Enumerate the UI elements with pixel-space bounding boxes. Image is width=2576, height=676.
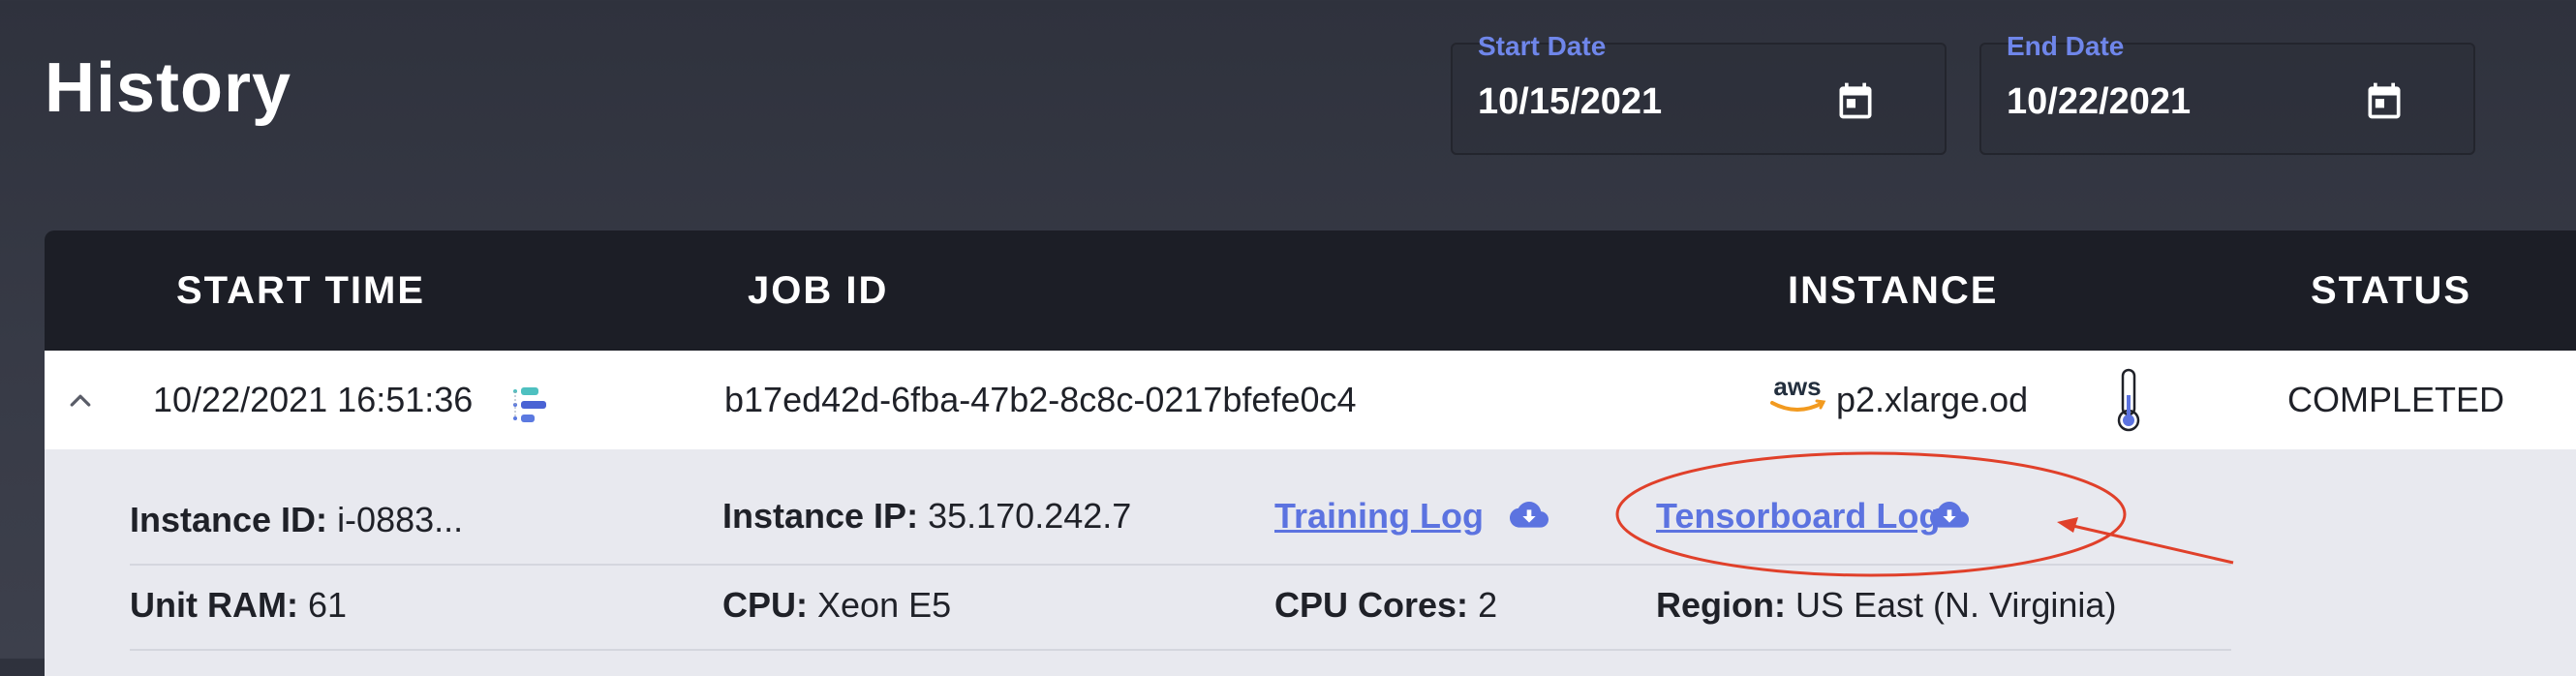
divider xyxy=(130,649,2231,651)
column-header-job-id[interactable]: JOB ID xyxy=(748,269,888,313)
row-details: Instance ID: i-0883... Instance IP: 35.1… xyxy=(45,449,2576,676)
end-date-value[interactable]: 10/22/2021 xyxy=(2007,81,2191,123)
instance-ip-detail: Instance IP: 35.170.242.7 xyxy=(722,496,1132,536)
end-date-label: End Date xyxy=(2007,31,2125,61)
column-header-start-time[interactable]: START TIME xyxy=(176,269,425,313)
cpu-cores-detail: CPU Cores: 2 xyxy=(1274,585,1498,625)
chevron-up-icon[interactable] xyxy=(66,385,95,415)
column-header-status[interactable]: STATUS xyxy=(2311,269,2471,313)
job-id-value: b17ed42d-6fba-47b2-8c8c-0217bfefe0c4 xyxy=(724,380,1357,419)
region-detail: Region: US East (N. Virginia) xyxy=(1656,585,2117,625)
start-date-value[interactable]: 10/15/2021 xyxy=(1478,81,1662,123)
cpu-detail: CPU: Xeon E5 xyxy=(722,585,952,625)
start-time-value: 10/22/2021 16:51:36 xyxy=(153,380,474,419)
start-date-field[interactable]: Start Date 10/15/2021 xyxy=(1451,31,1947,155)
status-badge: COMPLETED xyxy=(2287,380,2505,419)
tensorboard-log-link[interactable]: Tensorboard Log xyxy=(1656,496,1940,537)
cloud-download-icon[interactable] xyxy=(1509,502,1549,531)
instance-value: p2.xlarge.od xyxy=(1836,380,2029,419)
divider xyxy=(130,564,2231,566)
table-header: START TIME JOB ID INSTANCE STATUS xyxy=(45,230,2576,351)
calendar-icon[interactable] xyxy=(2363,79,2406,122)
instance-id-detail: Instance ID: i-0883... xyxy=(130,500,464,539)
training-log-link[interactable]: Training Log xyxy=(1274,496,1484,537)
cloud-download-icon[interactable] xyxy=(1929,502,1970,531)
column-header-instance[interactable]: INSTANCE xyxy=(1788,269,1998,313)
page-title: History xyxy=(45,49,292,127)
aws-logo: aws xyxy=(1770,372,1826,412)
svg-text:aws: aws xyxy=(1773,372,1821,401)
table-row[interactable]: 10/22/2021 16:51:36 b17ed42d-6fba-47b2-8… xyxy=(45,351,2576,449)
history-table: START TIME JOB ID INSTANCE STATUS 10/22/… xyxy=(45,230,2576,676)
thermometer-icon[interactable] xyxy=(2113,366,2144,434)
start-date-label: Start Date xyxy=(1478,31,1607,61)
unit-ram-detail: Unit RAM: 61 xyxy=(130,585,348,625)
end-date-field[interactable]: End Date 10/22/2021 xyxy=(1979,31,2475,155)
timeline-icon[interactable] xyxy=(509,385,548,424)
calendar-icon[interactable] xyxy=(1834,79,1877,122)
